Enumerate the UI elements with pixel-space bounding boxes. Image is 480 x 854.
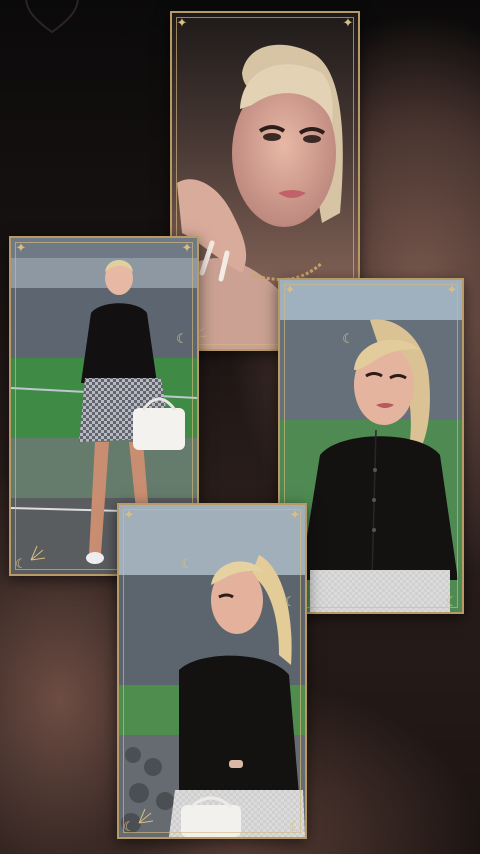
star-ornament: ✦ bbox=[446, 282, 458, 297]
moon-ornament: ☾ bbox=[15, 556, 27, 571]
collage-canvas: ✦ ✦ ☾ ☾ ✦ ✦ ☾ ☾ ✦ ✦ ☾ ☾ ✦ ✦ ☾ ☾ bbox=[0, 0, 480, 854]
moon-ornament: ☾ bbox=[284, 594, 296, 609]
star-ornament: ✦ bbox=[284, 282, 296, 297]
star-ornament: ✦ bbox=[289, 507, 301, 522]
star-ornament: ✦ bbox=[181, 240, 193, 255]
moon-ornament: ☾ bbox=[342, 331, 354, 346]
star-ornament: ✦ bbox=[123, 507, 135, 522]
stadium-portrait-image bbox=[280, 280, 462, 612]
star-ornament: ✦ bbox=[15, 240, 27, 255]
moon-ornament: ☾ bbox=[181, 556, 193, 571]
moon-ornament: ☾ bbox=[123, 819, 135, 834]
stadium-side-view-image bbox=[119, 505, 305, 837]
moon-ornament: ☾ bbox=[289, 819, 301, 834]
moon-ornament: ☾ bbox=[446, 594, 458, 609]
photo-stadium-side-view[interactable]: ✦ ✦ ☾ ☾ bbox=[117, 503, 307, 839]
heart-icon bbox=[25, 0, 79, 34]
moon-ornament: ☾ bbox=[176, 331, 188, 346]
star-ornament: ✦ bbox=[176, 15, 188, 30]
star-ornament: ✦ bbox=[342, 15, 354, 30]
